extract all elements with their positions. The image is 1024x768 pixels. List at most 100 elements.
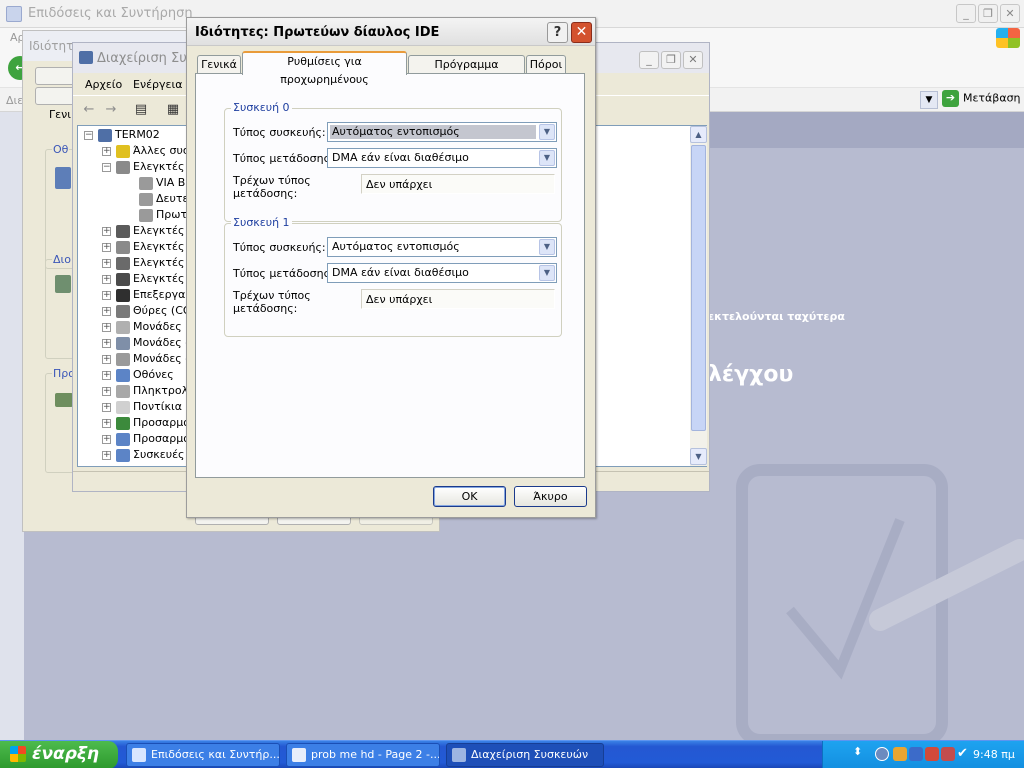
scroll-down-button[interactable]: ▼ xyxy=(690,448,707,465)
computer-icon xyxy=(79,51,93,64)
address-dropdown-button[interactable]: ▼ xyxy=(920,91,938,109)
start-button[interactable]: έναρξη xyxy=(0,741,118,768)
chevron-down-icon[interactable]: ▼ xyxy=(539,239,555,255)
expand-icon[interactable]: + xyxy=(102,242,111,252)
device-1-type-select[interactable]: Αυτόματος εντοπισμός ▼ xyxy=(327,237,557,257)
tree-item[interactable]: + Μονάδες δ xyxy=(82,352,190,368)
cancel-button[interactable]: Άκυρο xyxy=(514,486,587,507)
security-icon[interactable] xyxy=(925,747,939,761)
network-icon[interactable] xyxy=(909,747,923,761)
tree-item[interactable]: VIA Bu xyxy=(82,176,190,192)
tree-item[interactable]: + Οθόνες xyxy=(82,368,190,384)
go-button[interactable]: ➔ Μετάβαση xyxy=(942,90,1022,110)
tree-item[interactable]: + Προσαρμο xyxy=(82,416,190,432)
expand-icon[interactable]: + xyxy=(102,322,111,332)
dm-maximize-button[interactable]: ❐ xyxy=(661,51,681,69)
tree-item[interactable]: Πρωτε xyxy=(82,208,190,224)
clock[interactable]: 9:48 πμ xyxy=(973,748,1015,761)
tree-item[interactable]: + Ελεγκτές δ xyxy=(82,240,190,256)
tree-item[interactable]: − Ελεγκτές I xyxy=(82,160,190,176)
tree-item[interactable]: + Μονάδες δ xyxy=(82,336,190,352)
taskbar: έναρξη Επιδόσεις και Συντήρ... prob me h… xyxy=(0,740,1024,768)
tab-advanced-settings[interactable]: Ρυθμίσεις για προχωρημένους xyxy=(242,51,407,86)
tree-item[interactable]: + Επεξεργασ xyxy=(82,288,190,304)
tree-item[interactable]: + Άλλες συσ xyxy=(82,144,190,160)
tree-item-label: Μονάδες δ xyxy=(133,336,190,349)
task-device-manager[interactable]: Διαχείριση Συσκευών xyxy=(446,743,604,767)
tab-general[interactable]: Γενικά xyxy=(197,55,241,74)
tree-item-label: Συσκευές α xyxy=(133,448,190,461)
checkmark-icon[interactable]: ✔ xyxy=(957,746,968,761)
expand-icon[interactable]: + xyxy=(102,418,111,428)
system-nav-button[interactable] xyxy=(35,67,75,85)
expand-icon[interactable]: + xyxy=(102,402,111,412)
expand-icon[interactable]: + xyxy=(102,450,111,460)
forward-icon[interactable]: → xyxy=(101,100,121,120)
tree-item[interactable]: + Ελεγκτές ε xyxy=(82,256,190,272)
tree-item[interactable]: + Ελεγκτές ή xyxy=(82,272,190,288)
scroll-thumb[interactable] xyxy=(691,145,706,431)
pm-minimize-button[interactable]: _ xyxy=(956,4,976,23)
expand-icon[interactable]: + xyxy=(102,290,111,300)
tray-arrow-icon[interactable]: ⬍ xyxy=(853,745,862,758)
device-category-icon xyxy=(116,304,130,318)
device-1-transfer-select[interactable]: DMA εάν είναι διαθέσιμο ▼ xyxy=(327,263,557,283)
dm-minimize-button[interactable]: _ xyxy=(639,51,659,69)
tree-item[interactable]: + Πληκτρολό xyxy=(82,384,190,400)
tab-driver[interactable]: Πρόγραμμα οδήγησης xyxy=(408,55,525,89)
device-icon[interactable] xyxy=(941,747,955,761)
tree-item[interactable]: + Ποντίκια κ xyxy=(82,400,190,416)
tray-app-icon[interactable] xyxy=(893,747,907,761)
tree-item[interactable]: + Μονάδες D xyxy=(82,320,190,336)
show-hidden-icons-icon[interactable] xyxy=(875,747,889,761)
tree-scrollbar[interactable]: ▲ ▼ xyxy=(690,126,707,466)
profile-icon xyxy=(55,393,73,407)
dm-close-button[interactable]: ✕ xyxy=(683,51,703,69)
help-button[interactable]: ? xyxy=(547,22,568,43)
task-browser[interactable]: prob me hd - Page 2 -... xyxy=(286,743,440,767)
tree-item-label: Οθόνες xyxy=(133,368,174,381)
show-hide-tree-icon[interactable]: ▤ xyxy=(131,100,151,120)
device-0-transfer-select[interactable]: DMA εάν είναι διαθέσιμο ▼ xyxy=(327,148,557,168)
scroll-up-button[interactable]: ▲ xyxy=(690,126,707,143)
expand-icon[interactable]: + xyxy=(102,354,111,364)
chevron-down-icon[interactable]: ▼ xyxy=(539,124,555,140)
expand-icon[interactable]: + xyxy=(102,306,111,316)
device-category-icon xyxy=(139,208,153,222)
tab-general[interactable]: Γενι xyxy=(49,108,71,121)
system-nav-button[interactable] xyxy=(35,87,75,105)
expand-icon[interactable]: + xyxy=(102,338,111,348)
properties-icon[interactable]: ▦ xyxy=(163,100,183,120)
expand-icon[interactable]: + xyxy=(102,274,111,284)
back-icon[interactable]: ← xyxy=(79,100,99,120)
task-performance-maintenance[interactable]: Επιδόσεις και Συντήρ... xyxy=(126,743,280,767)
close-button[interactable]: ✕ xyxy=(571,22,592,43)
collapse-icon[interactable]: − xyxy=(102,162,111,172)
tree-item[interactable]: + Θύρες (CO xyxy=(82,304,190,320)
expand-icon[interactable]: + xyxy=(102,146,111,156)
device-1-type-label: Τύπος συσκευής: xyxy=(233,241,326,254)
tree-item[interactable]: − TERM02 xyxy=(82,128,190,144)
expand-icon[interactable]: + xyxy=(102,434,111,444)
tree-item[interactable]: Δευτερ xyxy=(82,192,190,208)
tab-resources[interactable]: Πόροι xyxy=(526,55,566,74)
dialog-title: Ιδιότητες: Πρωτεύων δίαυλος IDE xyxy=(195,25,440,40)
expand-icon[interactable]: + xyxy=(102,370,111,380)
pm-close-button[interactable]: ✕ xyxy=(1000,4,1020,23)
chevron-down-icon[interactable]: ▼ xyxy=(539,265,555,281)
expand-icon[interactable]: + xyxy=(102,386,111,396)
expand-icon[interactable]: + xyxy=(102,226,111,236)
device-0-type-select[interactable]: Αυτόματος εντοπισμός ▼ xyxy=(327,122,557,142)
menu-action[interactable]: Ενέργεια xyxy=(133,78,182,91)
chevron-down-icon[interactable]: ▼ xyxy=(539,150,555,166)
tree-item[interactable]: + Προσαρμο xyxy=(82,432,190,448)
tree-item[interactable]: + Ελεγκτές S xyxy=(82,224,190,240)
ok-button[interactable]: OK xyxy=(433,486,506,507)
menu-file[interactable]: Αρχείο xyxy=(85,78,122,91)
collapse-icon[interactable]: − xyxy=(84,130,93,140)
tree-item[interactable]: + Συσκευές α xyxy=(82,448,190,464)
dialog-titlebar: Ιδιότητες: Πρωτεύων δίαυλος IDE ? ✕ xyxy=(187,18,595,46)
pm-maximize-button[interactable]: ❐ xyxy=(978,4,998,23)
device-category-icon xyxy=(116,448,130,462)
expand-icon[interactable]: + xyxy=(102,258,111,268)
